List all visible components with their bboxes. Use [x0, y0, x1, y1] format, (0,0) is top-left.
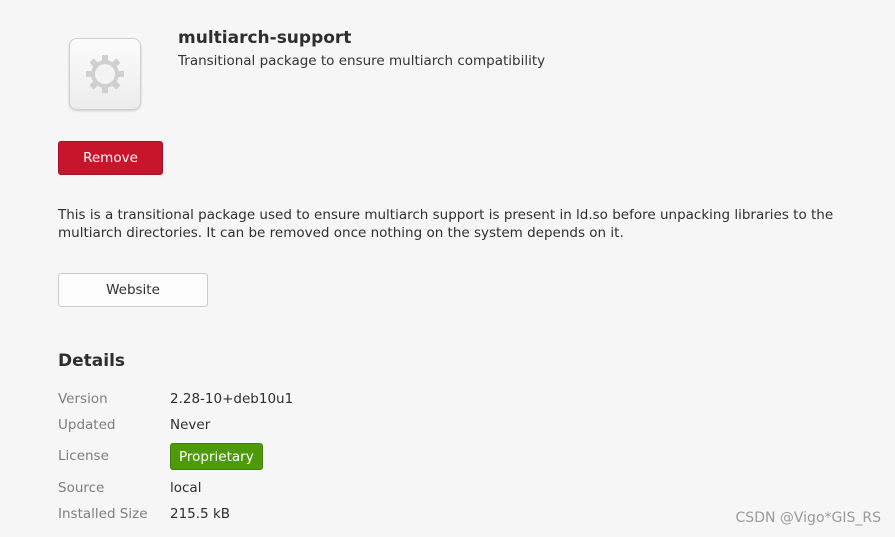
- watermark: CSDN @Vigo*GIS_RS: [735, 510, 881, 526]
- app-description: This is a transitional package used to e…: [58, 206, 858, 242]
- detail-value-updated: Never: [170, 417, 211, 433]
- license-badge[interactable]: Proprietary: [170, 443, 263, 470]
- detail-value-source: local: [170, 480, 202, 496]
- app-title: multiarch-support: [178, 28, 352, 48]
- gear-icon: [86, 55, 124, 93]
- website-button[interactable]: Website: [58, 273, 208, 307]
- remove-button[interactable]: Remove: [58, 141, 163, 175]
- detail-label-source: Source: [58, 480, 105, 496]
- details-heading: Details: [58, 351, 126, 371]
- description-line: This is a transitional package used to e…: [58, 207, 834, 223]
- detail-value-version: 2.28-10+deb10u1: [170, 391, 294, 407]
- description-line: multiarch directories. It can be removed…: [58, 225, 624, 241]
- detail-label-version: Version: [58, 391, 108, 407]
- app-icon: [69, 38, 141, 110]
- app-summary: Transitional package to ensure multiarch…: [178, 53, 546, 69]
- detail-value-installed-size: 215.5 kB: [170, 506, 231, 522]
- detail-label-updated: Updated: [58, 417, 116, 433]
- detail-label-license: License: [58, 448, 109, 464]
- detail-label-installed-size: Installed Size: [58, 506, 148, 522]
